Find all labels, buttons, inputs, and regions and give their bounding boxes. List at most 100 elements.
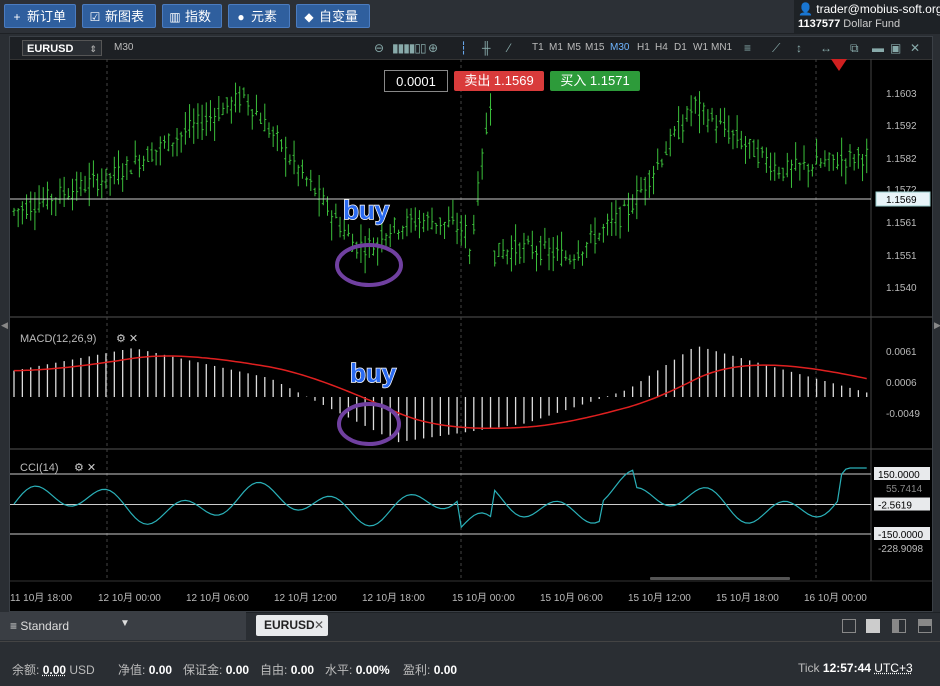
candle [506, 249, 509, 264]
fund-name: Dollar Fund [843, 18, 900, 30]
line-chart-type-icon[interactable]: ⁄ [508, 41, 510, 55]
layout-columns-icon[interactable] [892, 619, 906, 633]
template-selector[interactable]: ≡ Standard ▼ [0, 612, 246, 640]
candle [385, 233, 388, 246]
account-info[interactable]: 👤 trader@mobius-soft.org 1137577 Dollar … [794, 0, 940, 33]
candle [456, 213, 459, 244]
close-tab-icon[interactable]: ✕ [314, 615, 324, 636]
timeframe-m1[interactable]: M1 [549, 42, 563, 53]
candle [560, 232, 563, 267]
candle [606, 214, 609, 236]
candle [577, 240, 580, 261]
close-icon[interactable]: ✕ [910, 41, 920, 55]
candle [435, 223, 438, 234]
new-order-button[interactable]: + 新订单 [4, 4, 76, 28]
candle [677, 106, 680, 139]
candle [807, 164, 810, 188]
new-order-label: 新订单 [27, 9, 66, 24]
time-tick: 15 10月 18:00 [716, 592, 779, 604]
buy-button[interactable]: 买入 1.1571 [550, 71, 640, 91]
horizontal-line-icon[interactable]: ↔ [820, 41, 832, 55]
new-chart-button[interactable]: ☑ 新图表 [82, 4, 156, 28]
candle [865, 139, 868, 174]
cci-settings-icon: ⚙ ✕ [74, 462, 96, 474]
step-input[interactable]: 0.0001 [384, 70, 448, 92]
candle [376, 237, 379, 265]
candle [706, 109, 709, 132]
popout-icon[interactable]: ⧉ [850, 41, 859, 56]
elements-button[interactable]: ● 元素 [228, 4, 290, 28]
macd-histogram [14, 347, 867, 442]
draw-line-icon[interactable]: ⟋ [772, 41, 780, 56]
candle [598, 233, 601, 241]
candle [794, 142, 797, 171]
candle [531, 231, 534, 259]
candle [502, 239, 505, 259]
candle [267, 122, 270, 138]
equity: 净值: 0.00 [118, 661, 172, 678]
menu-icon: ≡ [10, 619, 17, 633]
timezone-selector[interactable]: UTC+3 [874, 661, 912, 675]
current-price-label: 1.1569 [886, 195, 917, 206]
buy-annotation-1: buy [343, 195, 390, 225]
symbol-label: EURUSD [27, 43, 73, 55]
candle [54, 197, 57, 216]
zoom-in-icon[interactable]: ⊕ [428, 41, 438, 55]
candle [652, 166, 655, 194]
timeframe-t1[interactable]: T1 [532, 42, 544, 53]
dropdown-arrow-icon: ▼ [120, 618, 130, 629]
right-collapse-handle[interactable]: ▶ [934, 320, 939, 330]
candle [67, 188, 70, 200]
margin-level: 水平: 0.00% [325, 661, 390, 678]
candle [330, 210, 333, 240]
candle [192, 108, 195, 144]
candle [464, 215, 467, 248]
candle [522, 233, 525, 263]
candle [832, 155, 835, 171]
timeframe-indicator: M30 [114, 42, 133, 53]
maximize-icon[interactable]: ▣ [890, 41, 901, 55]
timeframe-m15[interactable]: M15 [585, 42, 604, 53]
timeframe-d1[interactable]: D1 [674, 42, 687, 53]
timeframe-m30[interactable]: M30 [610, 42, 629, 53]
left-collapse-handle[interactable]: ◀ [1, 320, 6, 330]
minimize-icon[interactable]: ▬ [872, 41, 884, 55]
timeframe-h1[interactable]: H1 [637, 42, 650, 53]
layout-grid-icon[interactable] [866, 619, 880, 633]
bar-chart-type-icon[interactable]: ┆ [460, 41, 467, 55]
candle [84, 176, 87, 193]
candle-chart-type-icon[interactable]: ╫ [482, 41, 491, 55]
sell-button[interactable]: 卖出 1.1569 [454, 71, 544, 91]
candle [167, 133, 170, 151]
timeframe-h4[interactable]: H4 [655, 42, 668, 53]
vertical-line-icon[interactable]: ↕ [796, 41, 802, 55]
candle [614, 200, 617, 236]
price-chart[interactable]: 1.16031.15921.15821.15721.15611.15511.15… [10, 59, 932, 611]
timeframe-m5[interactable]: M5 [567, 42, 581, 53]
indicator-menu-icon[interactable]: ≡ [744, 41, 751, 55]
candle [548, 238, 551, 270]
candle [765, 147, 768, 172]
timeframe-mn1[interactable]: MN1 [711, 42, 732, 53]
zoom-out-icon[interactable]: ⊖ [374, 41, 384, 55]
layout-single-icon[interactable] [842, 619, 856, 633]
candle [309, 170, 312, 191]
profit: 盈利: 0.00 [403, 661, 457, 678]
tab-eurusd[interactable]: EURUSD ✕ [256, 615, 328, 636]
candle [644, 177, 647, 205]
candle [443, 222, 446, 239]
candle [42, 187, 45, 207]
diamond-icon: ◆ [303, 5, 315, 29]
candle [180, 132, 183, 153]
zoom-slider[interactable]: ▮▮▮▮▯▯ [392, 41, 426, 55]
candle [401, 226, 404, 240]
symbol-selector[interactable]: EURUSD ⇕ [22, 40, 102, 56]
candle [740, 131, 743, 149]
candle [468, 249, 471, 264]
indicators-button[interactable]: ▥ 指数 [162, 4, 222, 28]
time-tick: 11 10月 18:00 [10, 592, 73, 604]
layout-rows-icon[interactable] [918, 619, 932, 633]
variables-button[interactable]: ◆ 自变量 [296, 4, 370, 28]
timeframe-w1[interactable]: W1 [693, 42, 708, 53]
candle [293, 141, 296, 175]
